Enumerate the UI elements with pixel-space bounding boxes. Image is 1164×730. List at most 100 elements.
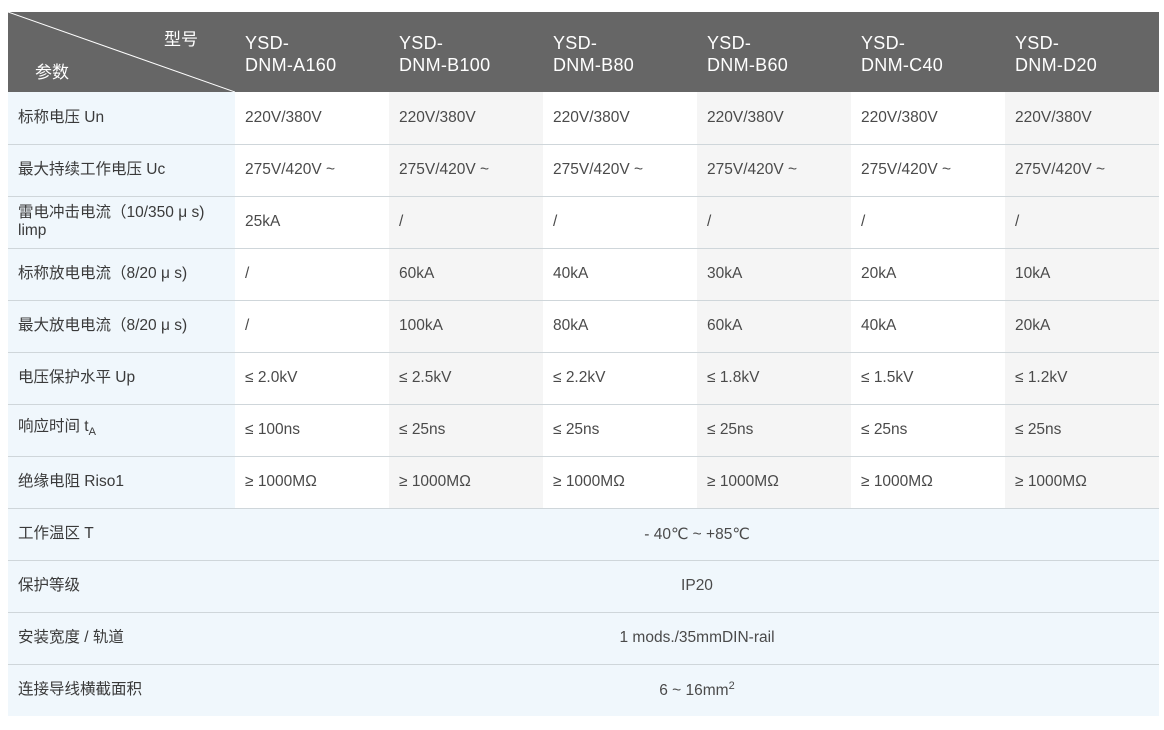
param-label-main: 响应时间 t bbox=[18, 418, 89, 436]
value-cell: ≥ 1000MΩ bbox=[543, 456, 697, 509]
value-cell: 275V/420V ~ bbox=[697, 144, 851, 197]
param-label: 雷电冲击电流（10/350 μ s) limp bbox=[8, 196, 235, 249]
span-value-cell: 1 mods./35mmDIN-rail bbox=[235, 612, 1159, 665]
span-value-cell: 6 ~ 16mm2 bbox=[235, 664, 1159, 716]
model-line1: YSD- bbox=[245, 33, 290, 53]
value-cell: ≥ 1000MΩ bbox=[235, 456, 389, 509]
value-cell: ≥ 1000MΩ bbox=[851, 456, 1005, 509]
table-row: 标称放电电流（8/20 μ s) / 60kA 40kA 30kA 20kA 1… bbox=[8, 248, 1159, 301]
value-cell: ≥ 1000MΩ bbox=[1005, 456, 1159, 509]
model-line1: YSD- bbox=[707, 33, 752, 53]
param-label: 最大放电电流（8/20 μ s) bbox=[8, 300, 235, 353]
value-cell: 100kA bbox=[389, 300, 543, 353]
param-label: 最大持续工作电压 Uc bbox=[8, 144, 235, 197]
model-header-a160: YSD- DNM-A160 bbox=[235, 12, 389, 92]
model-header-b80: YSD- DNM-B80 bbox=[543, 12, 697, 92]
table-row: 电压保护水平 Up ≤ 2.0kV ≤ 2.5kV ≤ 2.2kV ≤ 1.8k… bbox=[8, 352, 1159, 405]
value-cell: 220V/380V bbox=[389, 92, 543, 145]
span-value-cell: IP20 bbox=[235, 560, 1159, 613]
param-label: 绝缘电阻 Riso1 bbox=[8, 456, 235, 509]
table-row: 最大放电电流（8/20 μ s) / 100kA 80kA 60kA 40kA … bbox=[8, 300, 1159, 353]
value-cell: ≤ 25ns bbox=[697, 404, 851, 457]
value-cell: ≤ 25ns bbox=[389, 404, 543, 457]
table-row: 雷电冲击电流（10/350 μ s) limp 25kA / / / / / bbox=[8, 196, 1159, 249]
model-header-b60: YSD- DNM-B60 bbox=[697, 12, 851, 92]
value-cell: 60kA bbox=[389, 248, 543, 301]
param-label: 标称放电电流（8/20 μ s) bbox=[8, 248, 235, 301]
model-line2: DNM-B60 bbox=[707, 55, 789, 75]
param-label: 工作温区 T bbox=[8, 508, 235, 561]
model-line1: YSD- bbox=[861, 33, 906, 53]
param-label: 响应时间 tA bbox=[8, 404, 235, 457]
param-label-subscript: A bbox=[88, 426, 96, 439]
param-label: 连接导线横截面积 bbox=[8, 664, 235, 716]
table-row-span: 保护等级 IP20 bbox=[8, 560, 1159, 613]
param-label: 标称电压 Un bbox=[8, 92, 235, 145]
value-cell: 275V/420V ~ bbox=[1005, 144, 1159, 197]
span-value-cell: - 40℃ ~ +85℃ bbox=[235, 508, 1159, 561]
value-cell: 40kA bbox=[851, 300, 1005, 353]
param-label: 安装宽度 / 轨道 bbox=[8, 612, 235, 665]
value-cell: 60kA bbox=[697, 300, 851, 353]
value-cell: / bbox=[1005, 196, 1159, 249]
value-cell: 80kA bbox=[543, 300, 697, 353]
value-cell: ≤ 1.5kV bbox=[851, 352, 1005, 405]
value-cell: 30kA bbox=[697, 248, 851, 301]
model-line2: DNM-C40 bbox=[861, 55, 944, 75]
param-label-line2: limp bbox=[18, 222, 47, 239]
value-cell: ≤ 25ns bbox=[1005, 404, 1159, 457]
value-cell: ≤ 25ns bbox=[543, 404, 697, 457]
value-cell: 220V/380V bbox=[235, 92, 389, 145]
value-cell: / bbox=[697, 196, 851, 249]
model-line1: YSD- bbox=[1015, 33, 1060, 53]
value-cell: 275V/420V ~ bbox=[389, 144, 543, 197]
model-line2: DNM-B100 bbox=[399, 55, 491, 75]
model-line1: YSD- bbox=[553, 33, 598, 53]
value-cell: ≤ 2.5kV bbox=[389, 352, 543, 405]
corner-label-param: 参数 bbox=[35, 63, 69, 82]
value-cell: ≥ 1000MΩ bbox=[697, 456, 851, 509]
value-cell: / bbox=[851, 196, 1005, 249]
value-cell: 220V/380V bbox=[851, 92, 1005, 145]
value-cell: 275V/420V ~ bbox=[851, 144, 1005, 197]
value-cell: 220V/380V bbox=[543, 92, 697, 145]
value-cell: ≥ 1000MΩ bbox=[389, 456, 543, 509]
corner-label-model: 型号 bbox=[164, 30, 198, 49]
value-cell: 275V/420V ~ bbox=[543, 144, 697, 197]
value-cell: 20kA bbox=[1005, 300, 1159, 353]
corner-header: 型号 参数 bbox=[8, 12, 235, 92]
param-label: 电压保护水平 Up bbox=[8, 352, 235, 405]
model-header-d20: YSD- DNM-D20 bbox=[1005, 12, 1159, 92]
span-value-superscript: 2 bbox=[728, 680, 735, 693]
param-label-line1: 雷电冲击电流（10/350 μ s) bbox=[18, 204, 205, 221]
model-line2: DNM-B80 bbox=[553, 55, 635, 75]
table-row: 响应时间 tA ≤ 100ns ≤ 25ns ≤ 25ns ≤ 25ns ≤ 2… bbox=[8, 404, 1159, 457]
value-cell: / bbox=[543, 196, 697, 249]
value-cell: ≤ 100ns bbox=[235, 404, 389, 457]
value-cell: ≤ 1.8kV bbox=[697, 352, 851, 405]
value-cell: ≤ 2.2kV bbox=[543, 352, 697, 405]
value-cell: 20kA bbox=[851, 248, 1005, 301]
param-label: 保护等级 bbox=[8, 560, 235, 613]
value-cell: 275V/420V ~ bbox=[235, 144, 389, 197]
model-header-b100: YSD- DNM-B100 bbox=[389, 12, 543, 92]
value-cell: 220V/380V bbox=[697, 92, 851, 145]
model-line2: DNM-D20 bbox=[1015, 55, 1098, 75]
model-line2: DNM-A160 bbox=[245, 55, 337, 75]
value-cell: 10kA bbox=[1005, 248, 1159, 301]
value-cell: ≤ 2.0kV bbox=[235, 352, 389, 405]
value-cell: 25kA bbox=[235, 196, 389, 249]
spec-table: 型号 参数 YSD- DNM-A160 YSD- DNM-B100 YSD- DNM-… bbox=[8, 12, 1159, 716]
spec-table-container: 型号 参数 YSD- DNM-A160 YSD- DNM-B100 YSD- DNM-… bbox=[8, 12, 1159, 716]
table-row: 最大持续工作电压 Uc 275V/420V ~ 275V/420V ~ 275V… bbox=[8, 144, 1159, 197]
value-cell: 220V/380V bbox=[1005, 92, 1159, 145]
value-cell: / bbox=[235, 248, 389, 301]
table-row-span: 安装宽度 / 轨道 1 mods./35mmDIN-rail bbox=[8, 612, 1159, 665]
model-line1: YSD- bbox=[399, 33, 444, 53]
header-row: 型号 参数 YSD- DNM-A160 YSD- DNM-B100 YSD- DNM-… bbox=[8, 12, 1159, 92]
model-header-c40: YSD- DNM-C40 bbox=[851, 12, 1005, 92]
span-value-main: 6 ~ 16mm bbox=[659, 682, 729, 700]
value-cell: ≤ 25ns bbox=[851, 404, 1005, 457]
value-cell: / bbox=[235, 300, 389, 353]
table-row: 标称电压 Un 220V/380V 220V/380V 220V/380V 22… bbox=[8, 92, 1159, 145]
